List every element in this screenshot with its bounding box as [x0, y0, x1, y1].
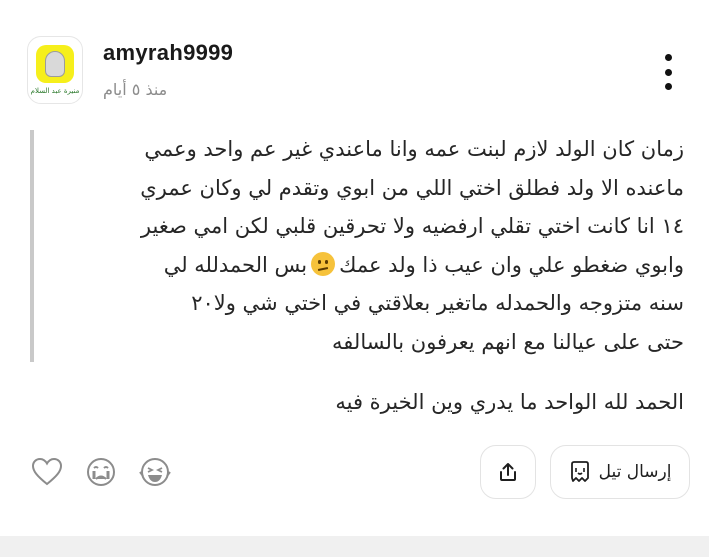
quote-line: حتى على عيالنا مع انهم يعرفون بالسالفه: [332, 329, 684, 354]
reaction-bar: [30, 455, 172, 489]
quote-line: زمان كان الولد لازم لبنت عمه وانا ماعندي…: [144, 137, 684, 161]
post-quote: زمان كان الولد لازم لبنت عمه وانا ماعندي…: [46, 130, 684, 361]
chat-icon: [570, 461, 589, 482]
quote-line: وابوي ضغطو علي وان عيب ذا ولد عمك بس الحم…: [163, 251, 684, 277]
heart-icon: [31, 457, 63, 486]
more-icon: [664, 54, 672, 61]
more-options-button[interactable]: [652, 50, 684, 94]
quote-line: سنه متزوجه والحمدله ماتغير بعلاقتي في اخ…: [191, 291, 684, 315]
sad-reaction-button[interactable]: [84, 455, 118, 489]
post-caption: الحمد لله الواحد ما يدري وين الخيرة فيه: [335, 390, 684, 414]
share-button[interactable]: [480, 445, 536, 499]
laugh-reaction-button[interactable]: [138, 455, 172, 489]
profile-photo: [45, 51, 65, 77]
laughing-face-icon: [139, 458, 171, 486]
quote-line: ١٤ انا كانت اختي تقلي ارفضيه ولا تحرقين …: [140, 214, 684, 238]
bottom-divider: [0, 536, 709, 557]
quote-bar: [30, 130, 34, 362]
crying-face-icon: [87, 458, 115, 486]
send-label: إرسال تيل: [598, 462, 672, 482]
post-timestamp: منذ ٥ أيام: [103, 80, 168, 99]
quote-line: ماعنده الا ولد فطلق اختي اللي من ابوي وت…: [140, 175, 684, 200]
snapcode-icon: [36, 45, 74, 83]
confused-face-icon: [311, 251, 336, 276]
username[interactable]: amyrah9999: [103, 40, 233, 66]
share-icon: [500, 463, 516, 481]
send-chat-button[interactable]: إرسال تيل: [550, 445, 690, 499]
avatar[interactable]: منيرة عبد السلام: [27, 36, 83, 104]
like-button[interactable]: [30, 455, 64, 489]
avatar-caption: منيرة عبد السلام: [30, 87, 80, 95]
